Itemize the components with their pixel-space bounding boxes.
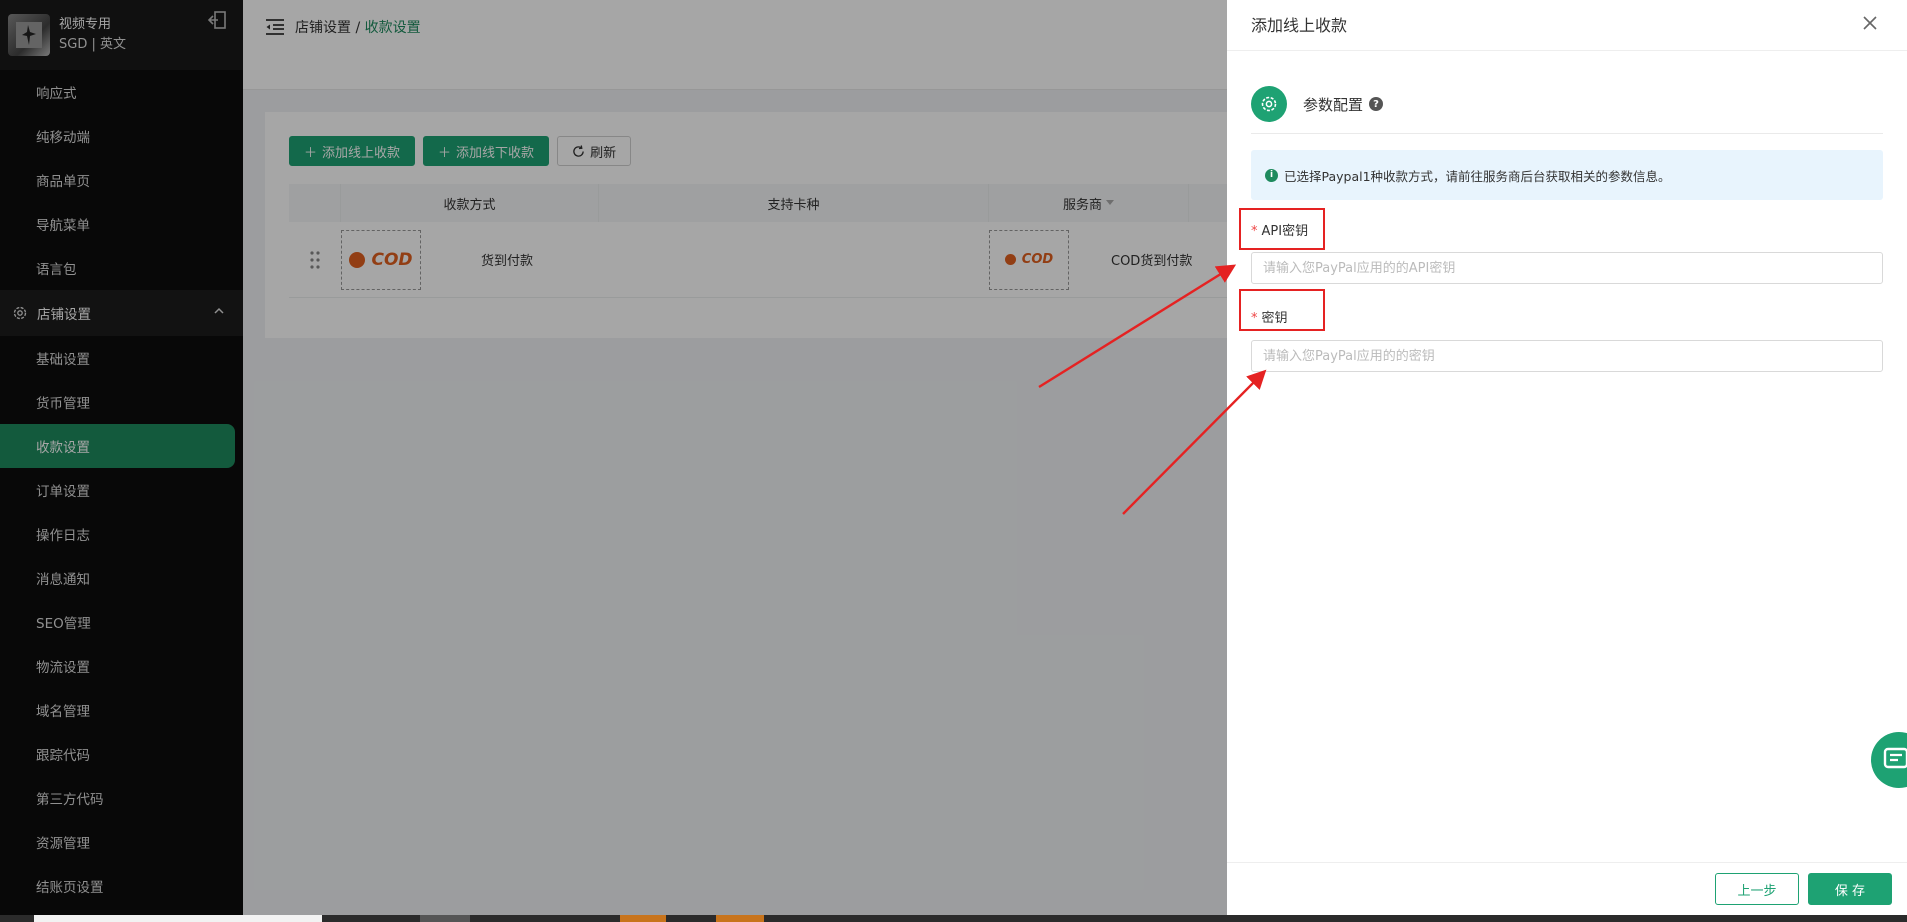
add-online-payment-drawer: 添加线上收款 参数配置 ? i 已选择Paypal1种收款方式，请前往服务商后台… bbox=[1227, 0, 1907, 915]
drawer-title: 添加线上收款 bbox=[1251, 16, 1348, 35]
annotation-box-secret-key bbox=[1239, 289, 1325, 331]
step-label: 参数配置 bbox=[1303, 95, 1364, 114]
previous-step-button[interactable]: 上一步 bbox=[1715, 873, 1799, 905]
close-icon[interactable] bbox=[1861, 14, 1879, 32]
settings-step-icon bbox=[1251, 86, 1287, 122]
help-icon[interactable]: ? bbox=[1369, 97, 1384, 111]
info-icon: i bbox=[1265, 168, 1278, 182]
modal-backdrop[interactable] bbox=[0, 0, 1227, 915]
chat-support-icon[interactable] bbox=[1871, 732, 1907, 788]
info-alert: i 已选择Paypal1种收款方式，请前往服务商后台获取相关的参数信息。 bbox=[1251, 150, 1883, 200]
save-button[interactable]: 保 存 bbox=[1808, 873, 1892, 905]
secret-key-input[interactable] bbox=[1251, 340, 1883, 372]
annotation-box-api-key bbox=[1239, 208, 1325, 250]
info-alert-text: 已选择Paypal1种收款方式，请前往服务商后台获取相关的参数信息。 bbox=[1284, 168, 1671, 184]
taskbar-strip bbox=[0, 915, 1907, 922]
step-indicator: 参数配置 ? bbox=[1251, 86, 1384, 122]
api-key-input[interactable] bbox=[1251, 252, 1883, 284]
